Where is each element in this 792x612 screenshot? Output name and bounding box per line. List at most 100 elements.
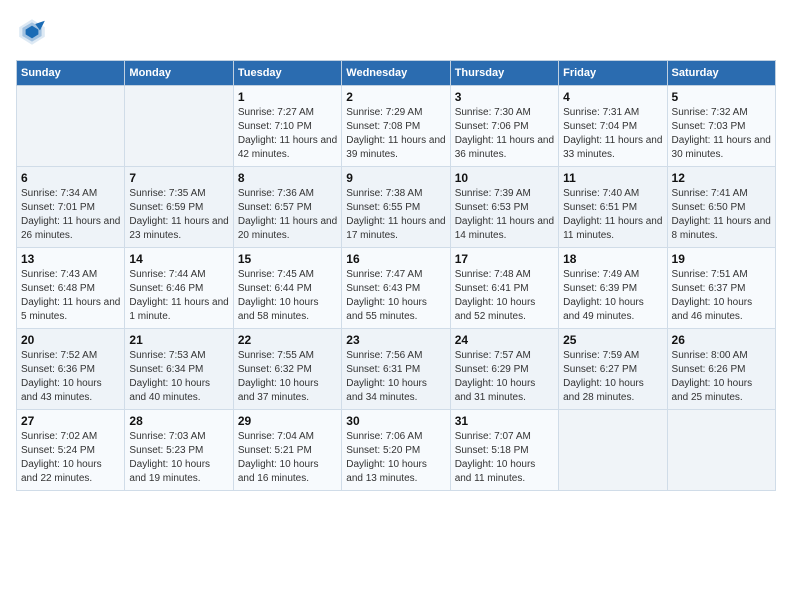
calendar-cell bbox=[125, 86, 233, 167]
day-number: 18 bbox=[563, 252, 662, 266]
day-number: 13 bbox=[21, 252, 120, 266]
day-number: 31 bbox=[455, 414, 554, 428]
day-info: Sunrise: 7:53 AM Sunset: 6:34 PM Dayligh… bbox=[129, 349, 228, 405]
day-info: Sunrise: 7:32 AM Sunset: 7:03 PM Dayligh… bbox=[672, 106, 771, 162]
calendar-cell: 12Sunrise: 7:41 AM Sunset: 6:50 PM Dayli… bbox=[667, 167, 775, 248]
day-info: Sunrise: 7:57 AM Sunset: 6:29 PM Dayligh… bbox=[455, 349, 554, 405]
day-info: Sunrise: 7:38 AM Sunset: 6:55 PM Dayligh… bbox=[346, 187, 445, 243]
calendar-cell: 17 Sunrise: 7:48 AM Sunset: 6:41 PM Dayli… bbox=[450, 248, 558, 329]
day-info: Sunrise: 7:29 AM Sunset: 7:08 PM Dayligh… bbox=[346, 106, 445, 162]
day-number: 22 bbox=[238, 333, 337, 347]
day-number: 26 bbox=[672, 333, 771, 347]
day-number: 6 bbox=[21, 171, 120, 185]
calendar-cell: 18Sunrise: 7:49 AM Sunset: 6:39 PM Dayli… bbox=[559, 248, 667, 329]
day-info: Sunrise: 7:39 AM Sunset: 6:53 PM Dayligh… bbox=[455, 187, 554, 243]
day-number: 17 bbox=[455, 252, 554, 266]
day-info: Sunrise: 7:52 AM Sunset: 6:36 PM Dayligh… bbox=[21, 349, 120, 405]
day-info: Sunrise: 7:31 AM Sunset: 7:04 PM Dayligh… bbox=[563, 106, 662, 162]
day-info: Sunrise: 7:30 AM Sunset: 7:06 PM Dayligh… bbox=[455, 106, 554, 162]
calendar-cell: 30 Sunrise: 7:06 AM Sunset: 5:20 PM Dayli… bbox=[342, 410, 450, 491]
day-number: 21 bbox=[129, 333, 228, 347]
day-number: 19 bbox=[672, 252, 771, 266]
calendar-cell: 9 Sunrise: 7:38 AM Sunset: 6:55 PM Daylig… bbox=[342, 167, 450, 248]
day-info: Sunrise: 7:06 AM Sunset: 5:20 PM Dayligh… bbox=[346, 430, 445, 486]
day-number: 14 bbox=[129, 252, 228, 266]
day-info: Sunrise: 8:00 AM Sunset: 6:26 PM Dayligh… bbox=[672, 349, 771, 405]
calendar-cell: 5 Sunrise: 7:32 AM Sunset: 7:03 PM Daylig… bbox=[667, 86, 775, 167]
day-number: 10 bbox=[455, 171, 554, 185]
calendar-cell bbox=[17, 86, 125, 167]
calendar-cell: 4Sunrise: 7:31 AM Sunset: 7:04 PM Daylig… bbox=[559, 86, 667, 167]
calendar-header: SundayMondayTuesdayWednesdayThursdayFrid… bbox=[17, 61, 776, 86]
day-info: Sunrise: 7:59 AM Sunset: 6:27 PM Dayligh… bbox=[563, 349, 662, 405]
day-number: 9 bbox=[346, 171, 445, 185]
calendar-cell: 24 Sunrise: 7:57 AM Sunset: 6:29 PM Dayli… bbox=[450, 329, 558, 410]
day-info: Sunrise: 7:34 AM Sunset: 7:01 PM Dayligh… bbox=[21, 187, 120, 243]
calendar-cell: 20 Sunrise: 7:52 AM Sunset: 6:36 PM Dayli… bbox=[17, 329, 125, 410]
day-number: 25 bbox=[563, 333, 662, 347]
day-info: Sunrise: 7:48 AM Sunset: 6:41 PM Dayligh… bbox=[455, 268, 554, 324]
calendar-cell: 29Sunrise: 7:04 AM Sunset: 5:21 PM Dayli… bbox=[233, 410, 341, 491]
calendar-cell: 10 Sunrise: 7:39 AM Sunset: 6:53 PM Dayli… bbox=[450, 167, 558, 248]
calendar-cell: 27Sunrise: 7:02 AM Sunset: 5:24 PM Dayli… bbox=[17, 410, 125, 491]
day-number: 3 bbox=[455, 90, 554, 104]
calendar-cell: 8 Sunrise: 7:36 AM Sunset: 6:57 PM Daylig… bbox=[233, 167, 341, 248]
weekday-header-saturday: Saturday bbox=[667, 61, 775, 86]
day-number: 29 bbox=[238, 414, 337, 428]
calendar-cell: 22 Sunrise: 7:55 AM Sunset: 6:32 PM Dayli… bbox=[233, 329, 341, 410]
calendar-cell: 6 Sunrise: 7:34 AM Sunset: 7:01 PM Daylig… bbox=[17, 167, 125, 248]
day-number: 30 bbox=[346, 414, 445, 428]
day-info: Sunrise: 7:44 AM Sunset: 6:46 PM Dayligh… bbox=[129, 268, 228, 324]
weekday-header-thursday: Thursday bbox=[450, 61, 558, 86]
page-header bbox=[16, 16, 776, 48]
calendar-cell: 14 Sunrise: 7:44 AM Sunset: 6:46 PM Dayli… bbox=[125, 248, 233, 329]
day-number: 20 bbox=[21, 333, 120, 347]
calendar-cell: 23Sunrise: 7:56 AM Sunset: 6:31 PM Dayli… bbox=[342, 329, 450, 410]
day-info: Sunrise: 7:51 AM Sunset: 6:37 PM Dayligh… bbox=[672, 268, 771, 324]
calendar-week-1: 6 Sunrise: 7:34 AM Sunset: 7:01 PM Daylig… bbox=[17, 167, 776, 248]
day-info: Sunrise: 7:07 AM Sunset: 5:18 PM Dayligh… bbox=[455, 430, 554, 486]
calendar-week-0: 1Sunrise: 7:27 AM Sunset: 7:10 PM Daylig… bbox=[17, 86, 776, 167]
calendar-week-4: 27Sunrise: 7:02 AM Sunset: 5:24 PM Dayli… bbox=[17, 410, 776, 491]
day-number: 27 bbox=[21, 414, 120, 428]
calendar-cell: 15Sunrise: 7:45 AM Sunset: 6:44 PM Dayli… bbox=[233, 248, 341, 329]
calendar-cell: 3 Sunrise: 7:30 AM Sunset: 7:06 PM Daylig… bbox=[450, 86, 558, 167]
day-info: Sunrise: 7:35 AM Sunset: 6:59 PM Dayligh… bbox=[129, 187, 228, 243]
day-number: 5 bbox=[672, 90, 771, 104]
weekday-header-friday: Friday bbox=[559, 61, 667, 86]
day-number: 28 bbox=[129, 414, 228, 428]
day-number: 8 bbox=[238, 171, 337, 185]
calendar-cell: 25 Sunrise: 7:59 AM Sunset: 6:27 PM Dayli… bbox=[559, 329, 667, 410]
day-number: 1 bbox=[238, 90, 337, 104]
calendar-cell: 26 Sunrise: 8:00 AM Sunset: 6:26 PM Dayli… bbox=[667, 329, 775, 410]
calendar-cell: 13Sunrise: 7:43 AM Sunset: 6:48 PM Dayli… bbox=[17, 248, 125, 329]
day-number: 24 bbox=[455, 333, 554, 347]
day-info: Sunrise: 7:56 AM Sunset: 6:31 PM Dayligh… bbox=[346, 349, 445, 405]
weekday-header-tuesday: Tuesday bbox=[233, 61, 341, 86]
calendar-week-3: 20 Sunrise: 7:52 AM Sunset: 6:36 PM Dayli… bbox=[17, 329, 776, 410]
calendar-cell: 2 Sunrise: 7:29 AM Sunset: 7:08 PM Daylig… bbox=[342, 86, 450, 167]
day-number: 12 bbox=[672, 171, 771, 185]
calendar-cell: 28 Sunrise: 7:03 AM Sunset: 5:23 PM Dayli… bbox=[125, 410, 233, 491]
calendar-cell: 1Sunrise: 7:27 AM Sunset: 7:10 PM Daylig… bbox=[233, 86, 341, 167]
logo-icon bbox=[16, 16, 48, 48]
calendar-cell bbox=[559, 410, 667, 491]
day-number: 7 bbox=[129, 171, 228, 185]
day-number: 11 bbox=[563, 171, 662, 185]
day-number: 2 bbox=[346, 90, 445, 104]
calendar-table: SundayMondayTuesdayWednesdayThursdayFrid… bbox=[16, 60, 776, 491]
calendar-cell: 11 Sunrise: 7:40 AM Sunset: 6:51 PM Dayli… bbox=[559, 167, 667, 248]
calendar-cell: 7 Sunrise: 7:35 AM Sunset: 6:59 PM Daylig… bbox=[125, 167, 233, 248]
day-info: Sunrise: 7:03 AM Sunset: 5:23 PM Dayligh… bbox=[129, 430, 228, 486]
day-info: Sunrise: 7:36 AM Sunset: 6:57 PM Dayligh… bbox=[238, 187, 337, 243]
day-info: Sunrise: 7:47 AM Sunset: 6:43 PM Dayligh… bbox=[346, 268, 445, 324]
day-info: Sunrise: 7:55 AM Sunset: 6:32 PM Dayligh… bbox=[238, 349, 337, 405]
calendar-cell: 16 Sunrise: 7:47 AM Sunset: 6:43 PM Dayli… bbox=[342, 248, 450, 329]
calendar-cell: 19 Sunrise: 7:51 AM Sunset: 6:37 PM Dayli… bbox=[667, 248, 775, 329]
day-info: Sunrise: 7:40 AM Sunset: 6:51 PM Dayligh… bbox=[563, 187, 662, 243]
weekday-header-monday: Monday bbox=[125, 61, 233, 86]
day-number: 16 bbox=[346, 252, 445, 266]
weekday-header-sunday: Sunday bbox=[17, 61, 125, 86]
calendar-cell: 21 Sunrise: 7:53 AM Sunset: 6:34 PM Dayli… bbox=[125, 329, 233, 410]
weekday-header-wednesday: Wednesday bbox=[342, 61, 450, 86]
